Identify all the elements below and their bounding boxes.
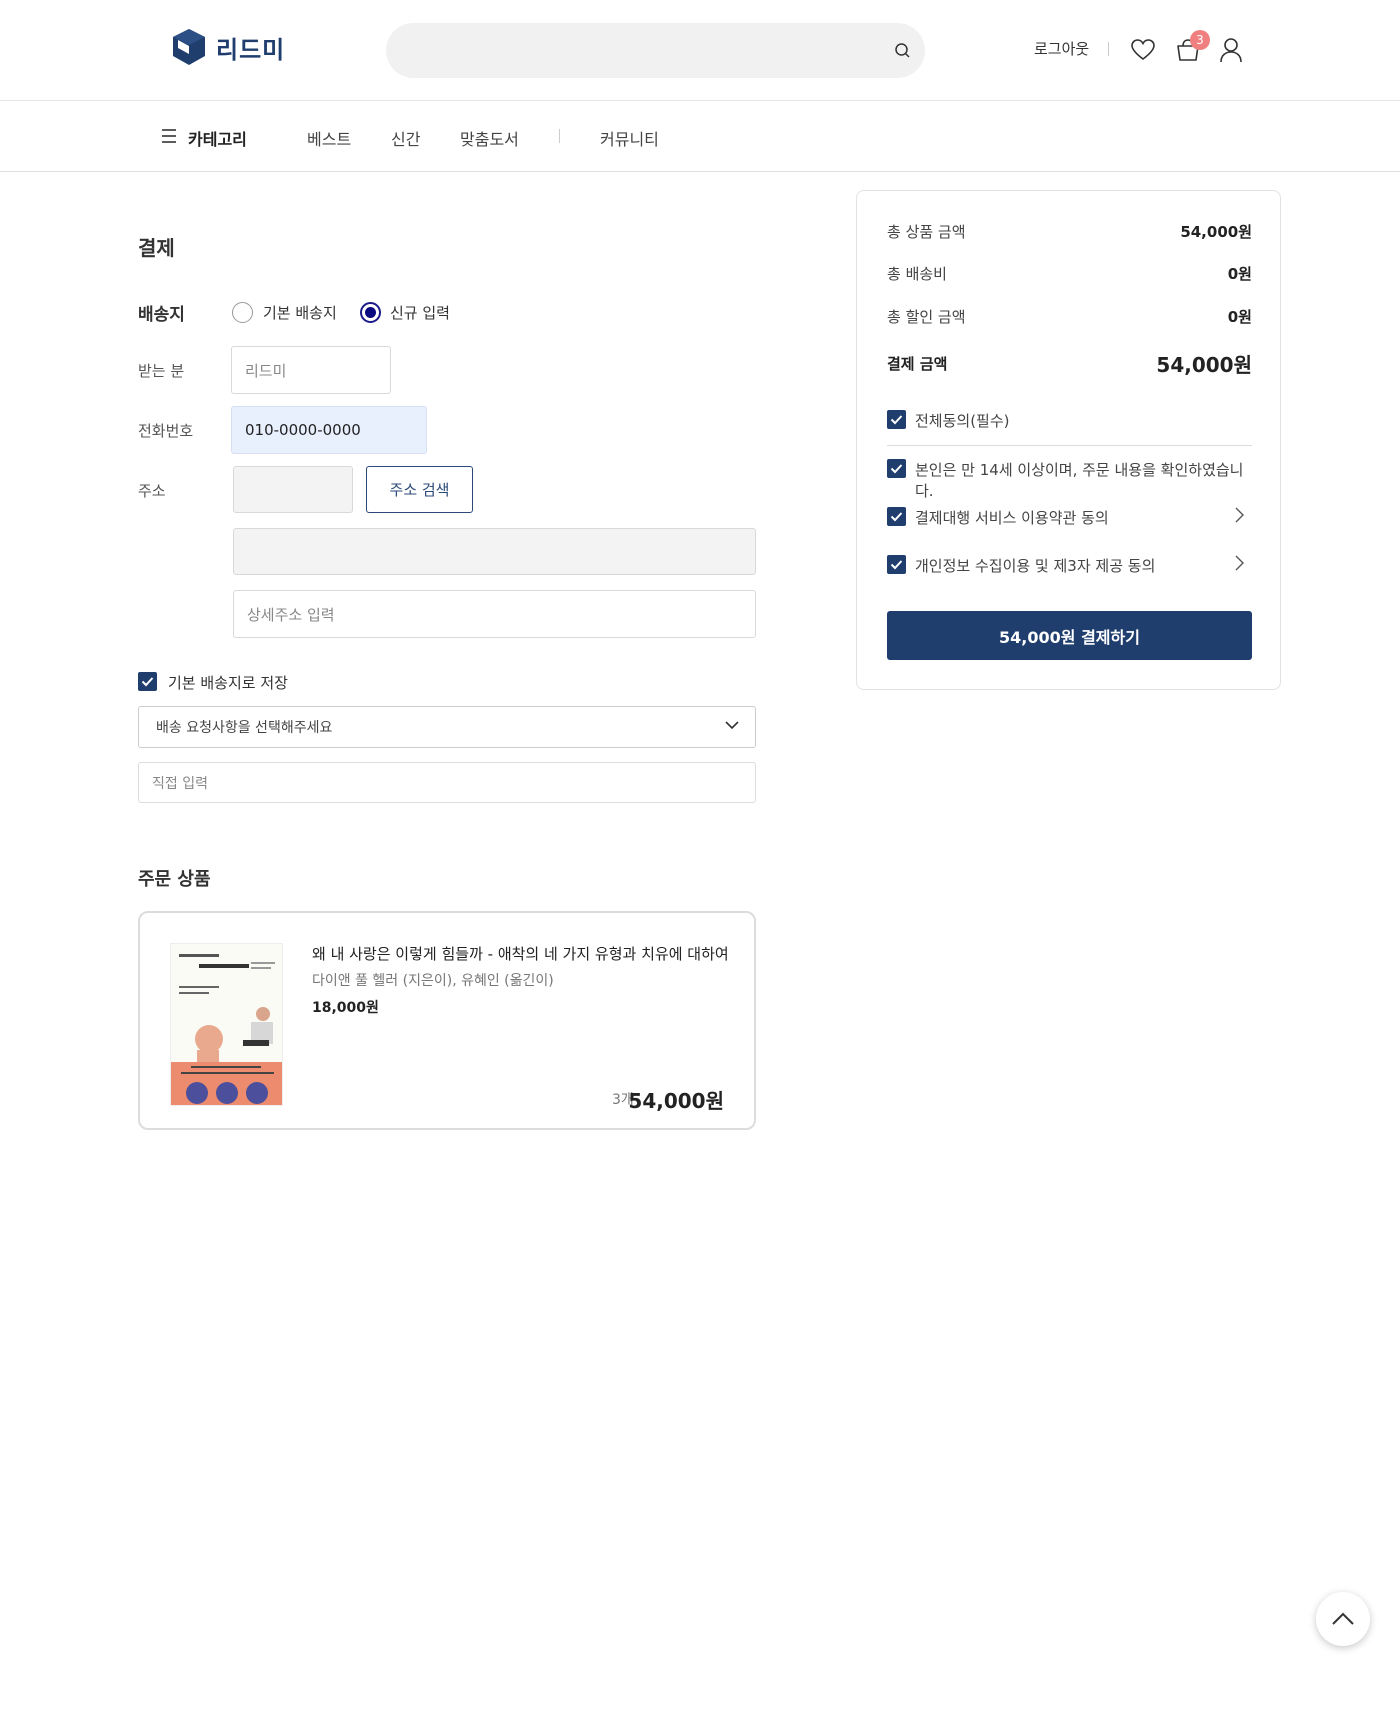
- phone-label: 전화번호: [138, 422, 194, 440]
- order-item-card: 왜 내 사랑은 이렇게 힘들까 - 애착의 네 가지 유형과 치유에 대하여 다…: [138, 911, 756, 1130]
- agree-item-age[interactable]: 본인은 만 14세 이상이며, 주문 내용을 확인하였습니다.: [887, 457, 1252, 500]
- summary-label: 총 할인 금액: [887, 308, 966, 326]
- radio-new-address[interactable]: [360, 302, 381, 323]
- chevron-up-icon: [1332, 1612, 1354, 1625]
- save-default-label[interactable]: 기본 배송지로 저장: [168, 672, 288, 693]
- detail-address-input[interactable]: 상세주소 입력: [233, 590, 756, 638]
- check-icon: [890, 464, 903, 474]
- order-section-title: 주문 상품: [138, 869, 211, 890]
- agree-pg-checkbox[interactable]: [887, 507, 906, 526]
- pay-button[interactable]: 54,000원 결제하기: [887, 611, 1252, 660]
- cart-count-badge: 3: [1190, 30, 1210, 50]
- address-input[interactable]: [233, 528, 756, 575]
- delivery-request-select[interactable]: 배송 요청사항을 선택해주세요: [138, 706, 756, 748]
- summary-label: 총 배송비: [887, 265, 947, 283]
- search-input[interactable]: [386, 23, 925, 78]
- check-icon: [890, 415, 903, 425]
- nav-divider: [559, 129, 560, 143]
- book-title[interactable]: 왜 내 사랑은 이렇게 힘들까 - 애착의 네 가지 유형과 치유에 대하여: [312, 943, 729, 964]
- radio-default-label[interactable]: 기본 배송지: [263, 302, 337, 323]
- check-icon: [141, 677, 154, 687]
- site-header: 리드미 로그아웃 3: [0, 0, 1400, 101]
- summary-value: 0원: [1227, 265, 1252, 283]
- chevron-right-icon[interactable]: [1234, 507, 1244, 523]
- agree-pg-label[interactable]: 결제대행 서비스 이용약관 동의: [915, 507, 1109, 528]
- recipient-label: 받는 분: [138, 362, 185, 380]
- shipping-label: 배송지: [138, 305, 185, 325]
- logo[interactable]: 리드미: [172, 28, 285, 66]
- item-total-price: 54,000원: [628, 1089, 724, 1113]
- final-amount-value: 54,000원: [1156, 353, 1252, 377]
- agree-all-checkbox[interactable]: [887, 410, 906, 429]
- summary-row-shipping: 총 배송비 0원: [887, 263, 1252, 284]
- summary-value: 54,000원: [1180, 223, 1252, 241]
- scroll-top-button[interactable]: [1316, 1592, 1370, 1646]
- phone-input[interactable]: 010-0000-0000: [231, 406, 427, 454]
- logo-icon: [173, 29, 205, 65]
- agree-age-checkbox[interactable]: [887, 459, 906, 478]
- summary-row-product-total: 총 상품 금액 54,000원: [887, 221, 1252, 242]
- direct-input[interactable]: 직접 입력: [138, 762, 756, 803]
- radio-default-address[interactable]: [232, 302, 253, 323]
- recipient-input[interactable]: 리드미: [231, 346, 391, 394]
- agree-privacy-label[interactable]: 개인정보 수집이용 및 제3자 제공 동의: [915, 555, 1155, 576]
- summary-row-discount: 총 할인 금액 0원: [887, 306, 1252, 327]
- chevron-right-icon[interactable]: [1234, 555, 1244, 571]
- logout-link[interactable]: 로그아웃: [1034, 38, 1089, 59]
- summary-label: 총 상품 금액: [887, 223, 966, 241]
- nav-item-recommended[interactable]: 맞춤도서: [460, 126, 519, 150]
- book-cover-image: [170, 943, 283, 1106]
- main-nav: 카테고리 베스트 신간 맞춤도서 커뮤니티: [0, 101, 1400, 172]
- book-unit-price: 18,000원: [312, 1000, 379, 1016]
- logo-text: 리드미: [216, 35, 286, 64]
- summary-row-final: 결제 금액 54,000원: [887, 349, 1252, 378]
- search-icon[interactable]: [891, 39, 915, 63]
- radio-new-label[interactable]: 신규 입력: [390, 302, 450, 323]
- nav-item-new[interactable]: 신간: [391, 126, 420, 150]
- nav-category[interactable]: 카테고리: [188, 126, 247, 150]
- nav-item-best[interactable]: 베스트: [307, 126, 351, 150]
- nav-item-community[interactable]: 커뮤니티: [600, 126, 659, 150]
- check-icon: [890, 560, 903, 570]
- check-icon: [890, 512, 903, 522]
- hamburger-icon[interactable]: [161, 128, 177, 144]
- page-title: 결제: [138, 236, 175, 260]
- agree-divider: [887, 445, 1252, 446]
- header-divider: [1108, 42, 1109, 56]
- agree-privacy-checkbox[interactable]: [887, 555, 906, 574]
- user-icon[interactable]: [1218, 36, 1244, 64]
- agree-age-label[interactable]: 본인은 만 14세 이상이며, 주문 내용을 확인하였습니다.: [915, 459, 1252, 501]
- payment-summary: 총 상품 금액 54,000원 총 배송비 0원 총 할인 금액 0원 결제 금…: [856, 190, 1281, 690]
- final-amount-label: 결제 금액: [887, 355, 948, 373]
- agree-all-label[interactable]: 전체동의(필수): [915, 410, 1010, 431]
- save-default-checkbox[interactable]: [138, 672, 157, 691]
- postcode-input[interactable]: [233, 466, 353, 513]
- heart-icon[interactable]: [1130, 37, 1156, 63]
- agree-item-pg-terms[interactable]: 결제대행 서비스 이용약관 동의: [887, 505, 1252, 529]
- book-author: 다이앤 풀 헬러 (지은이), 유혜인 (옮긴이): [312, 973, 554, 989]
- agree-all[interactable]: 전체동의(필수): [887, 408, 1252, 432]
- chevron-down-icon: [725, 721, 739, 730]
- address-search-button[interactable]: 주소 검색: [366, 466, 473, 513]
- agree-item-privacy[interactable]: 개인정보 수집이용 및 제3자 제공 동의: [887, 553, 1252, 577]
- summary-value: 0원: [1227, 308, 1252, 326]
- delivery-request-value: 배송 요청사항을 선택해주세요: [156, 720, 333, 736]
- address-label: 주소: [138, 482, 166, 500]
